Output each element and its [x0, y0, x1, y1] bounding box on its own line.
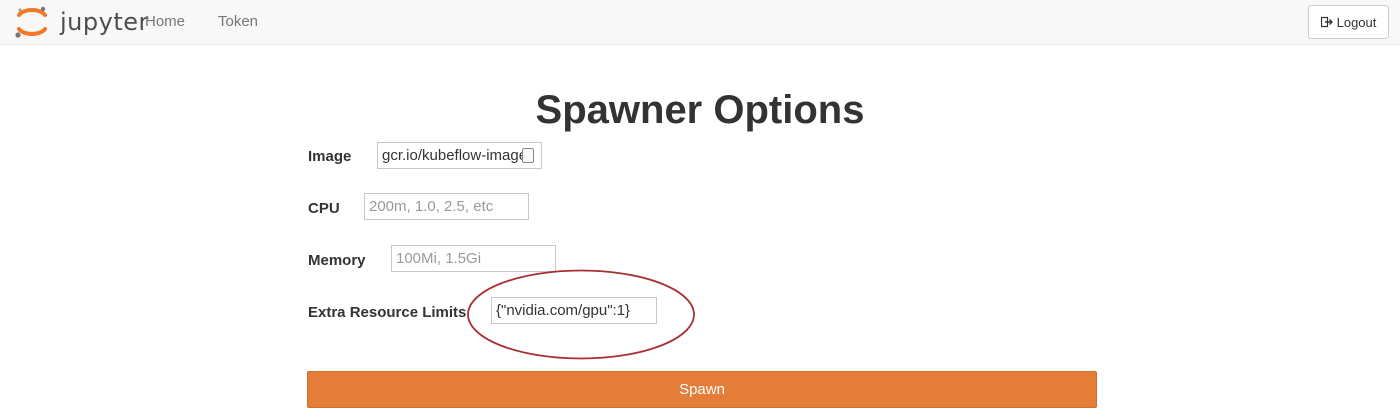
extra-resource-limits-field[interactable]: [491, 297, 657, 324]
cpu-field[interactable]: [364, 193, 529, 220]
nav-home-link[interactable]: Home: [145, 13, 185, 31]
logout-button[interactable]: Logout: [1308, 5, 1389, 39]
image-label: Image: [308, 148, 352, 165]
spawn-button[interactable]: Spawn: [307, 371, 1097, 408]
dropdown-spin-icon[interactable]: [522, 148, 534, 163]
jupyter-logo-icon: [15, 6, 47, 38]
navbar: jupyter Home Token Logout: [0, 0, 1400, 45]
logout-icon: [1320, 16, 1333, 28]
cpu-label: CPU: [308, 200, 340, 217]
spawn-button-label: Spawn: [679, 381, 725, 398]
memory-label: Memory: [308, 252, 366, 269]
jupyter-logo[interactable]: jupyter: [14, 4, 148, 40]
logout-label: Logout: [1336, 14, 1377, 30]
page-title: Spawner Options: [535, 88, 865, 132]
nav-token-link[interactable]: Token: [218, 13, 258, 31]
brand-name: jupyter: [60, 8, 149, 36]
image-field[interactable]: [377, 142, 542, 169]
extra-resource-limits-label: Extra Resource Limits: [308, 304, 467, 321]
memory-field[interactable]: [391, 245, 556, 272]
